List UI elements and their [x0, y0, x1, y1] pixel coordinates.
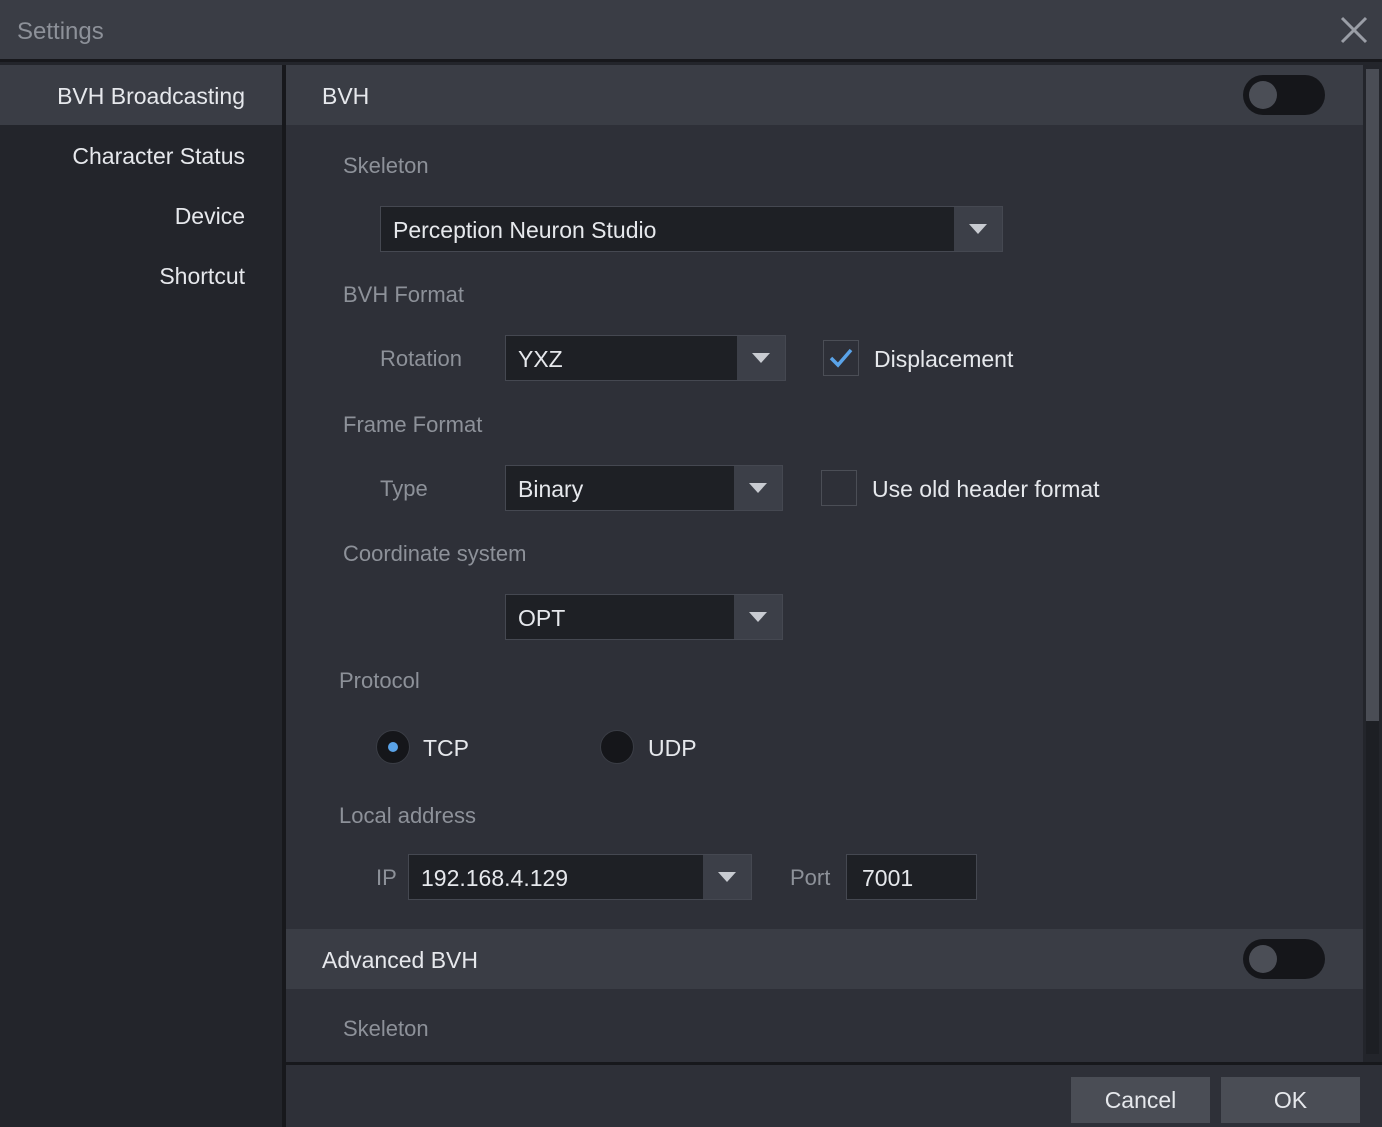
sidebar-item-device[interactable]: Device: [175, 203, 245, 230]
local-address-label: Local address: [339, 803, 476, 828]
sidebar-item-character-status[interactable]: Character Status: [72, 143, 245, 170]
advanced-bvh-toggle-knob: [1249, 945, 1277, 973]
bvh-format-label: BVH Format: [343, 282, 465, 307]
ip-dropdown[interactable]: 192.168.4.129: [408, 854, 752, 900]
protocol-tcp-label[interactable]: TCP: [423, 735, 469, 762]
bvh-toggle[interactable]: [1243, 75, 1325, 115]
chevron-down-icon: [749, 483, 767, 493]
frame-format-label: Frame Format: [343, 412, 483, 437]
scrollbar-thumb[interactable]: [1366, 69, 1379, 721]
displacement-label[interactable]: Displacement: [874, 346, 1013, 373]
coordinate-system-label: Coordinate system: [343, 541, 527, 566]
chevron-down-icon: [752, 353, 770, 363]
cancel-button[interactable]: Cancel: [1071, 1077, 1210, 1123]
ok-button[interactable]: OK: [1221, 1077, 1360, 1123]
advanced-skeleton-label: Skeleton: [343, 1016, 429, 1041]
content-scrollbar[interactable]: [1363, 65, 1382, 1062]
window-title: Settings: [17, 18, 104, 45]
skeleton-label: Skeleton: [343, 153, 429, 178]
coordinate-system-dropdown-arrow[interactable]: [734, 595, 782, 639]
protocol-udp-radio[interactable]: [600, 730, 634, 764]
ip-dropdown-arrow[interactable]: [703, 855, 751, 899]
rotation-dropdown[interactable]: YXZ: [505, 335, 786, 381]
rotation-label: Rotation: [380, 346, 462, 371]
rotation-dropdown-arrow[interactable]: [737, 336, 785, 380]
close-icon[interactable]: [1336, 12, 1372, 48]
old-header-label[interactable]: Use old header format: [872, 476, 1100, 503]
port-input[interactable]: 7001: [846, 854, 977, 900]
sidebar-item-shortcut[interactable]: Shortcut: [159, 263, 245, 290]
advanced-bvh-section-header: Advanced BVH: [286, 929, 1363, 989]
ip-label: IP: [376, 865, 397, 890]
title-bar: Settings: [0, 0, 1382, 62]
settings-content: BVH Skeleton Perception Neuron Studio BV…: [286, 65, 1363, 1062]
checkmark-icon: [829, 348, 853, 368]
chevron-down-icon: [718, 872, 736, 882]
chevron-down-icon: [969, 224, 987, 234]
bvh-header-label: BVH: [322, 83, 370, 109]
rotation-value: YXZ: [518, 346, 563, 372]
type-value: Binary: [518, 476, 584, 502]
ip-value: 192.168.4.129: [421, 865, 569, 891]
type-dropdown-arrow[interactable]: [734, 466, 782, 510]
dialog-footer: Cancel OK: [286, 1062, 1382, 1127]
port-value: 7001: [862, 865, 914, 891]
bvh-section-header: BVH: [286, 65, 1363, 125]
protocol-label: Protocol: [339, 668, 420, 693]
settings-sidebar: BVH Broadcasting Character Status Device…: [0, 65, 282, 1127]
port-label: Port: [790, 865, 831, 890]
advanced-bvh-header-label: Advanced BVH: [322, 947, 478, 973]
skeleton-value: Perception Neuron Studio: [393, 217, 657, 243]
bvh-toggle-knob: [1249, 81, 1277, 109]
advanced-bvh-toggle[interactable]: [1243, 939, 1325, 979]
radio-selected-dot: [388, 742, 398, 752]
coordinate-system-dropdown[interactable]: OPT: [505, 594, 783, 640]
displacement-checkbox[interactable]: [823, 340, 859, 376]
skeleton-dropdown[interactable]: Perception Neuron Studio: [380, 206, 1003, 252]
chevron-down-icon: [749, 612, 767, 622]
type-dropdown[interactable]: Binary: [505, 465, 783, 511]
type-label: Type: [380, 476, 428, 501]
coordinate-system-value: OPT: [518, 605, 566, 631]
sidebar-item-bvh-broadcasting[interactable]: BVH Broadcasting: [57, 83, 245, 110]
old-header-checkbox[interactable]: [821, 470, 857, 506]
protocol-udp-label[interactable]: UDP: [648, 735, 697, 762]
skeleton-dropdown-arrow[interactable]: [954, 207, 1002, 251]
protocol-tcp-radio[interactable]: [376, 730, 410, 764]
